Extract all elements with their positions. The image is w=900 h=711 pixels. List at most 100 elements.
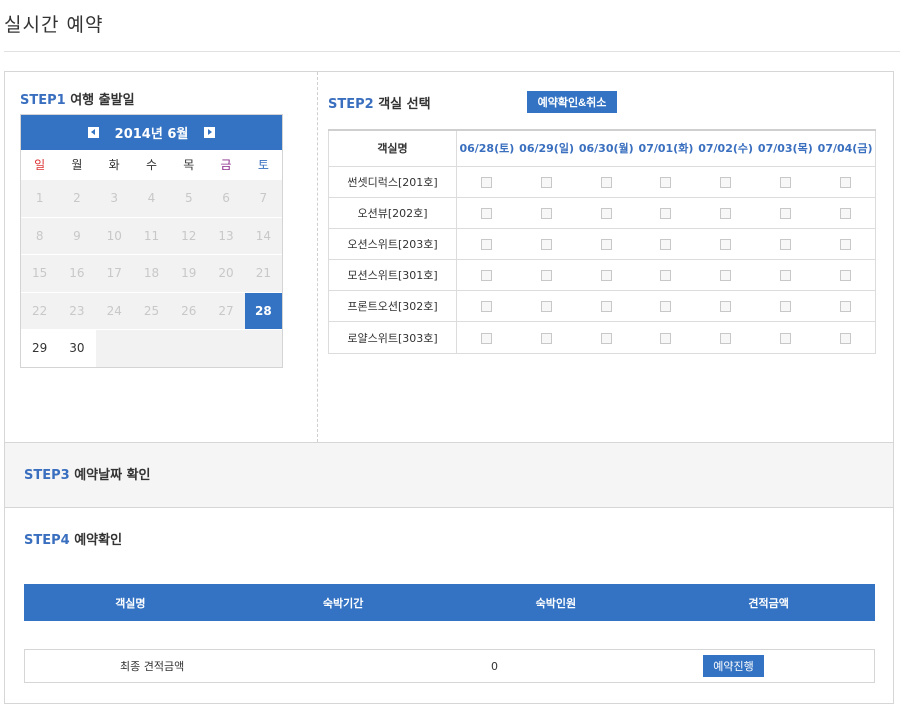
- room-date-checkbox[interactable]: [839, 238, 851, 250]
- room-date-checkbox[interactable]: [839, 270, 851, 282]
- room-date-cell: [516, 321, 577, 354]
- calendar-day: 7: [244, 179, 282, 217]
- room-date-checkbox[interactable]: [541, 176, 553, 188]
- room-date-checkbox[interactable]: [600, 270, 612, 282]
- step2-title: 객실 선택: [378, 97, 431, 112]
- room-date-cell: [576, 259, 637, 292]
- room-date-checkbox[interactable]: [600, 238, 612, 250]
- room-date-checkbox[interactable]: [779, 270, 791, 282]
- room-date-checkbox[interactable]: [779, 207, 791, 219]
- room-date-checkbox[interactable]: [541, 238, 553, 250]
- room-date-checkbox[interactable]: [660, 207, 672, 219]
- room-date-checkbox[interactable]: [779, 176, 791, 188]
- date-column-header: 07/02(수): [695, 130, 756, 167]
- room-date-checkbox[interactable]: [481, 301, 493, 313]
- room-date-cell: [576, 228, 637, 261]
- room-date-cell: [755, 290, 816, 323]
- calendar-weekday: 목: [183, 158, 195, 172]
- room-date-checkbox[interactable]: [839, 176, 851, 188]
- room-date-checkbox[interactable]: [541, 332, 553, 344]
- calendar-day[interactable]: 29: [21, 329, 59, 367]
- room-date-checkbox[interactable]: [481, 176, 493, 188]
- calendar-day: 15: [21, 254, 59, 292]
- room-date-checkbox[interactable]: [481, 332, 493, 344]
- room-date-cell: [636, 290, 696, 323]
- estimate-table-header: 객실명 숙박기간 숙박인원 견적금액: [24, 584, 875, 621]
- calendar-day-selected[interactable]: 28: [244, 291, 282, 329]
- estimate-col-period: 숙박기간: [322, 596, 364, 610]
- room-row: 모션스위트[301호]: [328, 259, 877, 292]
- calendar-day: 5: [170, 179, 208, 217]
- room-date-checkbox[interactable]: [660, 270, 672, 282]
- room-date-checkbox[interactable]: [839, 207, 851, 219]
- room-date-checkbox[interactable]: [839, 301, 851, 313]
- room-name: 썬셋디럭스[201호]: [328, 166, 457, 198]
- room-date-checkbox[interactable]: [481, 270, 493, 282]
- room-date-cell: [695, 166, 756, 198]
- room-date-checkbox[interactable]: [720, 207, 732, 219]
- calendar-empty-cell: [132, 329, 171, 367]
- calendar-day: 21: [244, 254, 282, 292]
- date-column-header: 07/01(화): [636, 130, 696, 167]
- room-date-checkbox[interactable]: [720, 270, 732, 282]
- room-name: 오션스위트[203호]: [328, 228, 457, 261]
- room-date-checkbox[interactable]: [600, 332, 612, 344]
- calendar-day: 8: [21, 216, 59, 254]
- room-date-checkbox[interactable]: [779, 301, 791, 313]
- room-row: 로얄스위트[303호]: [328, 321, 877, 354]
- proceed-reservation-button[interactable]: 예약진행: [703, 655, 764, 677]
- room-date-checkbox[interactable]: [600, 301, 612, 313]
- step4-heading: STEP4 예약확인: [24, 529, 122, 548]
- step4-title: 예약확인: [74, 533, 123, 548]
- calendar-day: 19: [170, 254, 208, 292]
- room-date-checkbox[interactable]: [600, 207, 612, 219]
- room-date-checkbox[interactable]: [779, 238, 791, 250]
- room-date-cell: [815, 197, 877, 229]
- next-month-icon[interactable]: [204, 127, 216, 138]
- room-date-checkbox[interactable]: [720, 301, 732, 313]
- calendar-empty-cell: [95, 329, 133, 367]
- room-date-checkbox[interactable]: [541, 270, 553, 282]
- calendar-day: 24: [95, 291, 133, 329]
- room-date-checkbox[interactable]: [541, 301, 553, 313]
- room-date-checkbox[interactable]: [720, 176, 732, 188]
- room-row: 오션스위트[203호]: [328, 228, 877, 261]
- room-date-checkbox[interactable]: [660, 176, 672, 188]
- reservation-confirm-cancel-button[interactable]: 예약확인&취소: [527, 91, 617, 113]
- calendar-day: 11: [132, 216, 171, 254]
- room-name: 모션스위트[301호]: [328, 259, 457, 292]
- room-date-cell: [576, 197, 637, 229]
- room-date-cell: [636, 166, 696, 198]
- room-date-checkbox[interactable]: [720, 332, 732, 344]
- step1-section: STEP1 여행 출발일 2014년 6월 일월화수목금토 1234567891…: [5, 72, 318, 442]
- step4-number: STEP4: [24, 533, 70, 548]
- room-date-checkbox[interactable]: [600, 176, 612, 188]
- calendar-day: 20: [207, 254, 245, 292]
- calendar-day[interactable]: 30: [58, 329, 96, 367]
- prev-month-icon[interactable]: [87, 127, 99, 138]
- step3-section: STEP3 예약날짜 확인: [5, 442, 893, 508]
- room-date-checkbox[interactable]: [839, 332, 851, 344]
- room-date-checkbox[interactable]: [481, 238, 493, 250]
- room-date-cell: [636, 259, 696, 292]
- room-date-checkbox[interactable]: [720, 238, 732, 250]
- calendar-day: 18: [132, 254, 171, 292]
- step1-number: STEP1: [20, 93, 66, 108]
- room-date-cell: [456, 290, 517, 323]
- room-date-checkbox[interactable]: [541, 207, 553, 219]
- step4-section: STEP4 예약확인 객실명 숙박기간 숙박인원 견적금액 최종 견적금액 0 …: [5, 508, 893, 703]
- room-date-checkbox[interactable]: [481, 207, 493, 219]
- room-date-checkbox[interactable]: [660, 238, 672, 250]
- step2-number: STEP2: [328, 97, 374, 112]
- room-date-checkbox[interactable]: [660, 332, 672, 344]
- calendar-day: 22: [21, 291, 59, 329]
- room-date-checkbox[interactable]: [779, 332, 791, 344]
- total-estimate-row: 최종 견적금액 0 예약진행: [24, 649, 875, 683]
- step3-title: 예약날짜 확인: [74, 468, 151, 483]
- calendar-day: 17: [95, 254, 133, 292]
- room-date-cell: [695, 197, 756, 229]
- room-date-cell: [456, 166, 517, 198]
- room-date-cell: [456, 259, 517, 292]
- step3-number: STEP3: [24, 468, 70, 483]
- room-date-checkbox[interactable]: [660, 301, 672, 313]
